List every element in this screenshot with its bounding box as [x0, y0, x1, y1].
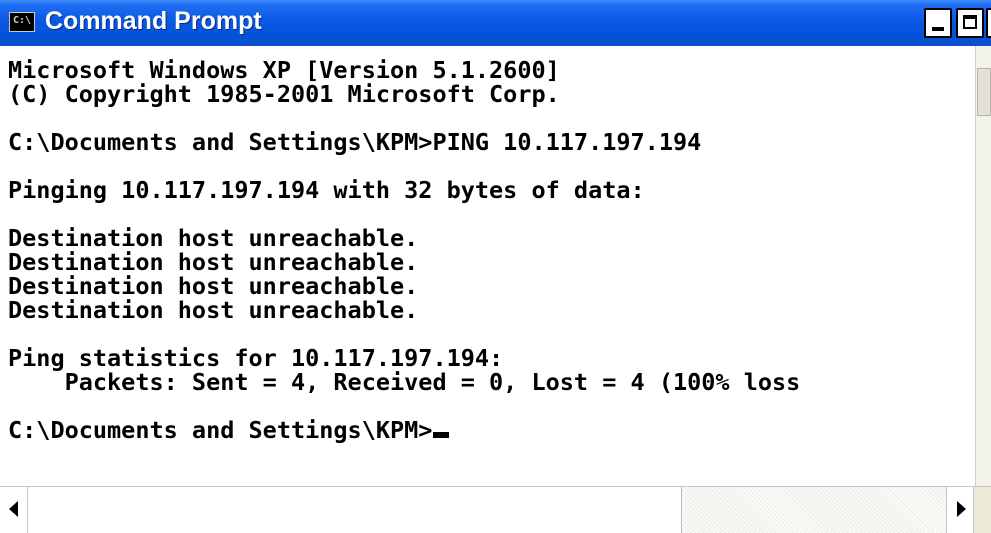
- console-output[interactable]: Microsoft Windows XP [Version 5.1.2600](…: [0, 46, 975, 486]
- console-line: Destination host unreachable.: [8, 248, 419, 276]
- console-line: Destination host unreachable.: [8, 296, 419, 324]
- console-line: Destination host unreachable.: [8, 272, 419, 300]
- horizontal-scroll-track[interactable]: [682, 487, 946, 533]
- prompt-text: C:\Documents and Settings\KPM>: [8, 416, 433, 444]
- console-text: Microsoft Windows XP [Version 5.1.2600](…: [8, 58, 800, 442]
- console-line: C:\Documents and Settings\KPM>PING 10.11…: [8, 128, 702, 156]
- title-bar[interactable]: C:\ Command Prompt: [0, 0, 991, 46]
- arrow-left-icon[interactable]: [0, 487, 28, 533]
- horizontal-scrollbar[interactable]: [0, 486, 991, 533]
- window-title: Command Prompt: [45, 7, 262, 35]
- scrollbar-corner: [974, 487, 991, 533]
- console-line: Microsoft Windows XP [Version 5.1.2600]: [8, 56, 560, 84]
- vertical-scrollbar[interactable]: [975, 46, 991, 486]
- cmd-icon[interactable]: C:\: [9, 12, 35, 32]
- text-cursor: [433, 432, 450, 438]
- console-line: Packets: Sent = 4, Received = 0, Lost = …: [8, 368, 801, 396]
- console-line: Destination host unreachable.: [8, 224, 419, 252]
- prompt-line: C:\Documents and Settings\KPM>: [8, 418, 800, 442]
- console-line: (C) Copyright 1985-2001 Microsoft Corp.: [8, 80, 560, 108]
- vertical-scroll-thumb[interactable]: [977, 68, 991, 116]
- arrow-right-icon[interactable]: [946, 487, 974, 533]
- close-button[interactable]: [986, 8, 991, 38]
- console-line: Pinging 10.117.197.194 with 32 bytes of …: [8, 176, 645, 204]
- console-line: Ping statistics for 10.117.197.194:: [8, 344, 504, 372]
- horizontal-scroll-thumb[interactable]: [28, 487, 682, 533]
- maximize-button[interactable]: [956, 8, 984, 38]
- minimize-button[interactable]: [924, 8, 952, 38]
